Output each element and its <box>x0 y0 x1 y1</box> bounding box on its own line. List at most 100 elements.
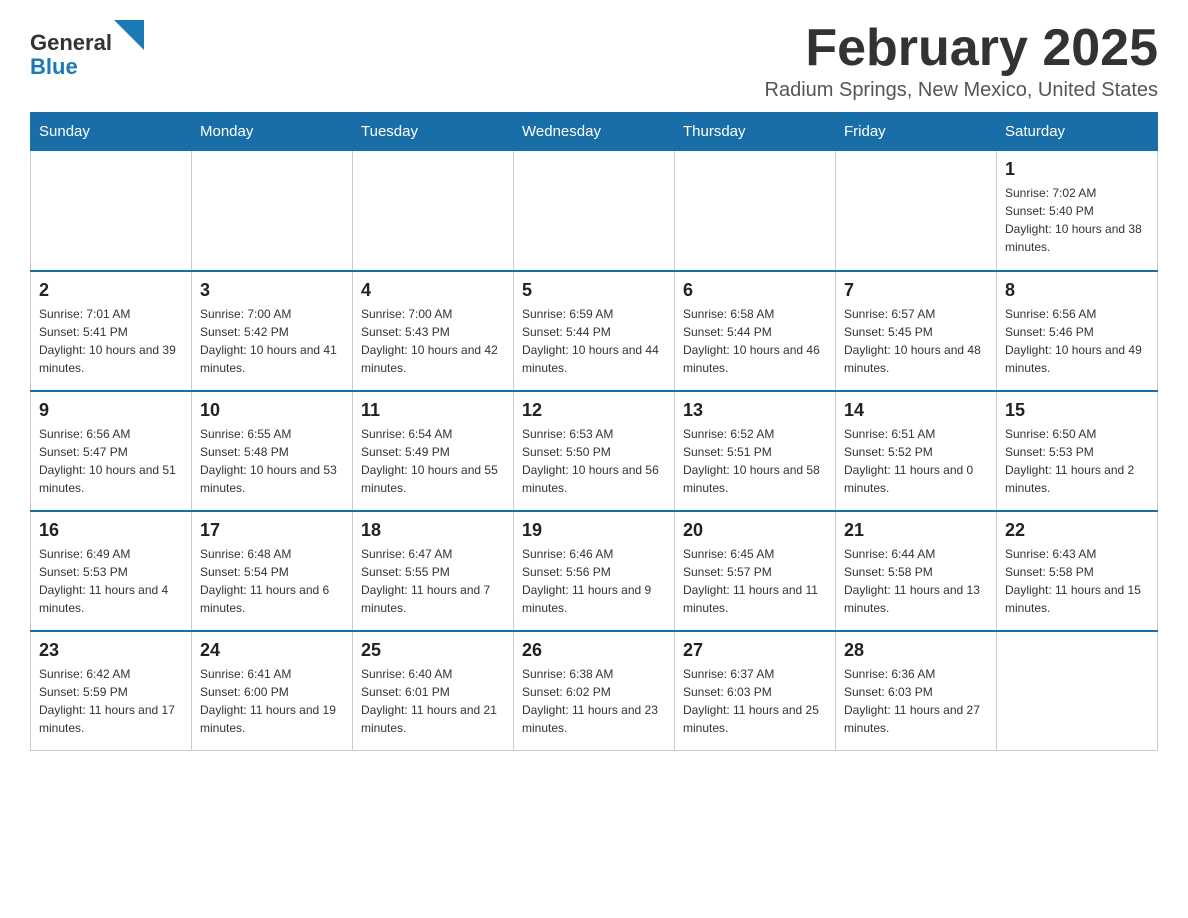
day-info: Sunrise: 6:57 AMSunset: 5:45 PMDaylight:… <box>844 305 988 377</box>
calendar-cell <box>836 151 997 271</box>
day-number: 7 <box>844 280 988 301</box>
calendar-cell: 16Sunrise: 6:49 AMSunset: 5:53 PMDayligh… <box>31 511 192 631</box>
calendar-cell: 11 Sunrise: 6:54 AMSunset: 5:49 PMDayligh… <box>353 391 514 511</box>
calendar-cell: 23 Sunrise: 6:42 AMSunset: 5:59 PMDayligh… <box>31 631 192 751</box>
header-saturday: Saturday <box>997 113 1158 151</box>
calendar-cell: 12Sunrise: 6:53 AMSunset: 5:50 PMDayligh… <box>514 391 675 511</box>
day-info: Sunrise: 6:40 AMSunset: 6:01 PMDaylight:… <box>361 665 505 737</box>
calendar-cell: 14 Sunrise: 6:51 AMSunset: 5:52 PMDayligh… <box>836 391 997 511</box>
day-number: 4 <box>361 280 505 301</box>
day-info: Sunrise: 6:45 AMSunset: 5:57 PMDaylight:… <box>683 545 827 617</box>
day-number: 25 <box>361 640 505 661</box>
day-info: Sunrise: 6:43 AMSunset: 5:58 PMDaylight:… <box>1005 545 1149 617</box>
day-number: 6 <box>683 280 827 301</box>
day-info: Sunrise: 6:44 AMSunset: 5:58 PMDaylight:… <box>844 545 988 617</box>
calendar-header-row: Sunday Monday Tuesday Wednesday Thursday… <box>31 113 1158 151</box>
calendar-cell: 10 Sunrise: 6:55 AMSunset: 5:48 PMDayligh… <box>192 391 353 511</box>
calendar-cell <box>514 151 675 271</box>
day-number: 17 <box>200 520 344 541</box>
header-wednesday: Wednesday <box>514 113 675 151</box>
day-info: Sunrise: 6:46 AMSunset: 5:56 PMDaylight:… <box>522 545 666 617</box>
day-info: Sunrise: 6:37 AMSunset: 6:03 PMDaylight:… <box>683 665 827 737</box>
day-info: Sunrise: 6:49 AMSunset: 5:53 PMDaylight:… <box>39 545 183 617</box>
day-number: 8 <box>1005 280 1149 301</box>
calendar-cell: 1 Sunrise: 7:02 AMSunset: 5:40 PMDaylight… <box>997 151 1158 271</box>
calendar-week-row: 9 Sunrise: 6:56 AMSunset: 5:47 PMDaylight… <box>31 391 1158 511</box>
calendar-cell: 19 Sunrise: 6:46 AMSunset: 5:56 PMDayligh… <box>514 511 675 631</box>
header-monday: Monday <box>192 113 353 151</box>
page-header: General Blue February 2025 Radium Spring… <box>30 20 1158 102</box>
day-info: Sunrise: 7:01 AMSunset: 5:41 PMDaylight:… <box>39 305 183 377</box>
calendar-cell: 9 Sunrise: 6:56 AMSunset: 5:47 PMDaylight… <box>31 391 192 511</box>
day-number: 13 <box>683 400 827 421</box>
title-section: February 2025 Radium Springs, New Mexico… <box>765 20 1159 102</box>
day-info: Sunrise: 6:47 AMSunset: 5:55 PMDaylight:… <box>361 545 505 617</box>
calendar-cell: 4 Sunrise: 7:00 AMSunset: 5:43 PMDaylight… <box>353 271 514 391</box>
calendar-cell: 26Sunrise: 6:38 AMSunset: 6:02 PMDayligh… <box>514 631 675 751</box>
calendar-cell: 7 Sunrise: 6:57 AMSunset: 5:45 PMDaylight… <box>836 271 997 391</box>
day-number: 11 <box>361 400 505 421</box>
day-number: 24 <box>200 640 344 661</box>
day-info: Sunrise: 6:42 AMSunset: 5:59 PMDaylight:… <box>39 665 183 737</box>
calendar-week-row: 2Sunrise: 7:01 AMSunset: 5:41 PMDaylight… <box>31 271 1158 391</box>
calendar-week-row: 23 Sunrise: 6:42 AMSunset: 5:59 PMDayligh… <box>31 631 1158 751</box>
calendar-table: Sunday Monday Tuesday Wednesday Thursday… <box>30 112 1158 751</box>
day-info: Sunrise: 6:56 AMSunset: 5:46 PMDaylight:… <box>1005 305 1149 377</box>
day-number: 26 <box>522 640 666 661</box>
calendar-cell: 17 Sunrise: 6:48 AMSunset: 5:54 PMDayligh… <box>192 511 353 631</box>
day-number: 22 <box>1005 520 1149 541</box>
calendar-cell <box>353 151 514 271</box>
day-info: Sunrise: 6:48 AMSunset: 5:54 PMDaylight:… <box>200 545 344 617</box>
logo-text: General Blue <box>30 20 144 79</box>
calendar-cell: 2Sunrise: 7:01 AMSunset: 5:41 PMDaylight… <box>31 271 192 391</box>
calendar-cell: 8 Sunrise: 6:56 AMSunset: 5:46 PMDaylight… <box>997 271 1158 391</box>
header-tuesday: Tuesday <box>353 113 514 151</box>
day-number: 20 <box>683 520 827 541</box>
day-number: 27 <box>683 640 827 661</box>
day-info: Sunrise: 7:00 AMSunset: 5:43 PMDaylight:… <box>361 305 505 377</box>
day-number: 9 <box>39 400 183 421</box>
day-number: 15 <box>1005 400 1149 421</box>
calendar-cell: 27 Sunrise: 6:37 AMSunset: 6:03 PMDayligh… <box>675 631 836 751</box>
calendar-cell <box>675 151 836 271</box>
calendar-cell: 18Sunrise: 6:47 AMSunset: 5:55 PMDayligh… <box>353 511 514 631</box>
day-info: Sunrise: 6:56 AMSunset: 5:47 PMDaylight:… <box>39 425 183 497</box>
logo: General Blue <box>30 20 144 79</box>
calendar-cell: 21Sunrise: 6:44 AMSunset: 5:58 PMDayligh… <box>836 511 997 631</box>
calendar-cell: 5 Sunrise: 6:59 AMSunset: 5:44 PMDaylight… <box>514 271 675 391</box>
day-number: 19 <box>522 520 666 541</box>
header-sunday: Sunday <box>31 113 192 151</box>
day-number: 10 <box>200 400 344 421</box>
day-info: Sunrise: 6:53 AMSunset: 5:50 PMDaylight:… <box>522 425 666 497</box>
calendar-week-row: 16Sunrise: 6:49 AMSunset: 5:53 PMDayligh… <box>31 511 1158 631</box>
day-info: Sunrise: 6:51 AMSunset: 5:52 PMDaylight:… <box>844 425 988 497</box>
day-number: 14 <box>844 400 988 421</box>
calendar-cell <box>997 631 1158 751</box>
day-info: Sunrise: 7:02 AMSunset: 5:40 PMDaylight:… <box>1005 184 1149 256</box>
calendar-week-row: 1 Sunrise: 7:02 AMSunset: 5:40 PMDaylight… <box>31 151 1158 271</box>
calendar-cell: 28 Sunrise: 6:36 AMSunset: 6:03 PMDayligh… <box>836 631 997 751</box>
calendar-cell: 13 Sunrise: 6:52 AMSunset: 5:51 PMDayligh… <box>675 391 836 511</box>
day-number: 28 <box>844 640 988 661</box>
day-info: Sunrise: 6:41 AMSunset: 6:00 PMDaylight:… <box>200 665 344 737</box>
day-info: Sunrise: 6:52 AMSunset: 5:51 PMDaylight:… <box>683 425 827 497</box>
calendar-cell: 25 Sunrise: 6:40 AMSunset: 6:01 PMDayligh… <box>353 631 514 751</box>
calendar-cell: 24 Sunrise: 6:41 AMSunset: 6:00 PMDayligh… <box>192 631 353 751</box>
calendar-cell <box>192 151 353 271</box>
calendar-cell: 15Sunrise: 6:50 AMSunset: 5:53 PMDayligh… <box>997 391 1158 511</box>
day-number: 1 <box>1005 159 1149 180</box>
logo-blue-text: Blue <box>30 54 78 79</box>
calendar-cell <box>31 151 192 271</box>
header-thursday: Thursday <box>675 113 836 151</box>
calendar-cell: 6 Sunrise: 6:58 AMSunset: 5:44 PMDaylight… <box>675 271 836 391</box>
month-title: February 2025 <box>765 20 1159 77</box>
day-info: Sunrise: 6:54 AMSunset: 5:49 PMDaylight:… <box>361 425 505 497</box>
logo-icon <box>114 20 144 50</box>
day-info: Sunrise: 6:59 AMSunset: 5:44 PMDaylight:… <box>522 305 666 377</box>
day-number: 23 <box>39 640 183 661</box>
day-number: 5 <box>522 280 666 301</box>
day-info: Sunrise: 6:55 AMSunset: 5:48 PMDaylight:… <box>200 425 344 497</box>
location-title: Radium Springs, New Mexico, United State… <box>765 79 1159 102</box>
day-info: Sunrise: 6:36 AMSunset: 6:03 PMDaylight:… <box>844 665 988 737</box>
day-info: Sunrise: 6:58 AMSunset: 5:44 PMDaylight:… <box>683 305 827 377</box>
